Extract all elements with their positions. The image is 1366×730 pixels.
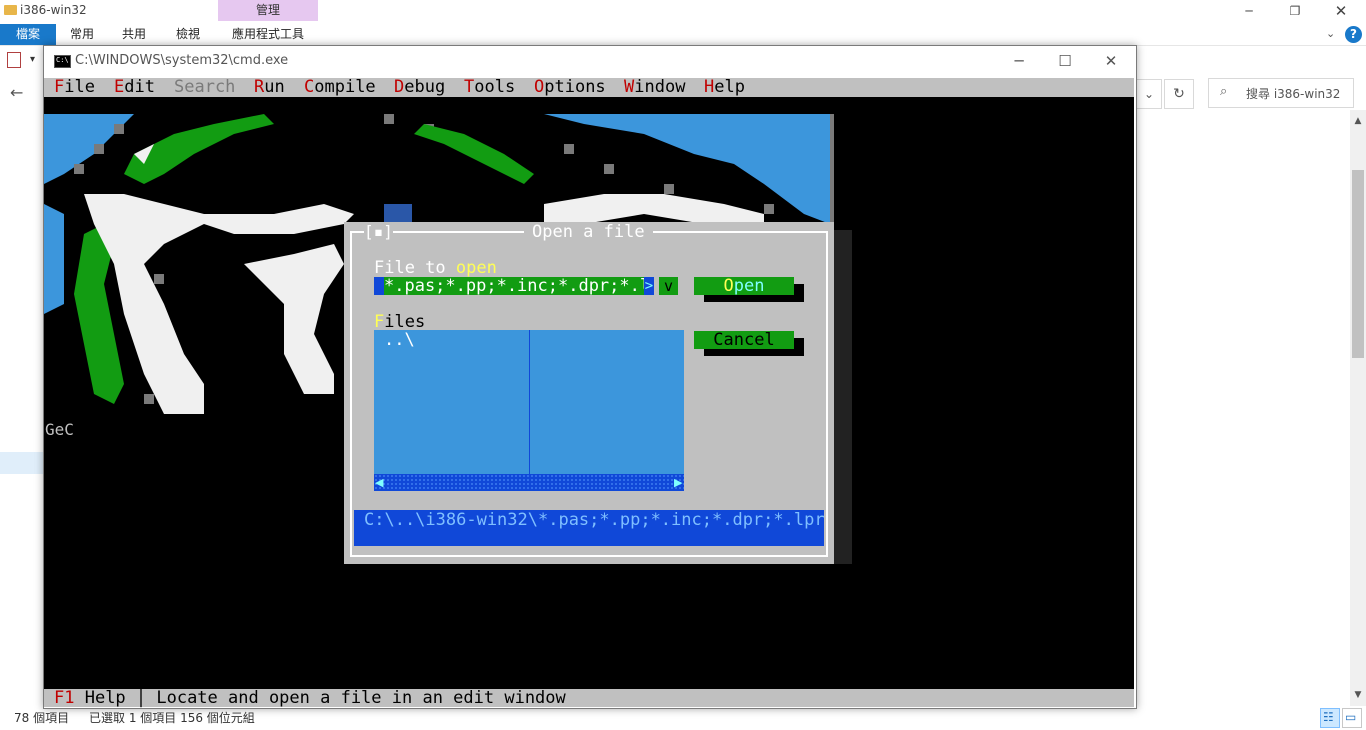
file-list-pane — [1134, 110, 1350, 706]
current-path: C:\..\i386-win32\*.pas;*.pp;*.inc;*.dpr;… — [364, 510, 825, 530]
dialog-title: Open a file — [524, 222, 653, 242]
nav-pane-selected-row[interactable] — [0, 452, 44, 474]
close-icon[interactable]: ✕ — [1318, 0, 1364, 24]
cmd-minimize-icon[interactable]: ─ — [996, 47, 1042, 77]
cmd-title: C:\WINDOWS\system32\cmd.exe — [75, 53, 289, 68]
scroll-up-icon[interactable]: ▲ — [1350, 116, 1366, 126]
menu-run[interactable]: Run — [254, 78, 285, 97]
tab-view[interactable]: 檢視 — [168, 24, 208, 45]
background-text: GeC — [45, 420, 74, 439]
dialog-shadow — [834, 230, 852, 564]
cmd-icon-glyph: C:\ — [56, 56, 69, 64]
dialog-close-icon[interactable]: [▪] — [364, 222, 393, 241]
large-icons-view-icon: ▭ — [1345, 710, 1357, 724]
menu-options[interactable]: Options — [534, 78, 606, 97]
refresh-icon[interactable]: ↻ — [1164, 79, 1194, 109]
contextual-tab-group: 管理 — [218, 0, 318, 21]
input-scroll-right-icon[interactable]: > — [644, 277, 654, 295]
menu-edit[interactable]: Edit — [114, 78, 155, 97]
files-label: Files — [374, 312, 426, 332]
scroll-right-icon[interactable]: ▶ — [674, 474, 682, 491]
ide-status-text: F1 Help │ Locate and open a file in an e… — [54, 688, 566, 708]
file-to-open-label: File to open — [374, 258, 497, 278]
menu-search[interactable]: Search — [174, 78, 235, 97]
minimize-icon[interactable]: ─ — [1226, 0, 1272, 24]
input-cursor — [374, 277, 384, 295]
file-list-hscrollbar[interactable] — [374, 474, 684, 491]
open-button[interactable]: Open — [694, 277, 794, 295]
scroll-left-icon[interactable]: ◀ — [375, 474, 383, 491]
cmd-close-icon[interactable]: ✕ — [1088, 47, 1134, 77]
tab-application-tools[interactable]: 應用程式工具 — [218, 24, 318, 45]
address-dropdown-icon[interactable]: ⌄ — [1136, 79, 1162, 109]
search-icon: ⌕ — [1220, 84, 1228, 99]
selection-info: 已選取 1 個項目 156 個位元組 — [89, 711, 255, 725]
search-placeholder: 搜尋 i386-win32 — [1246, 87, 1341, 101]
back-arrow-icon[interactable]: ← — [10, 83, 23, 102]
scroll-down-icon[interactable]: ▼ — [1350, 690, 1366, 700]
menu-window[interactable]: Window — [624, 78, 685, 97]
menu-compile[interactable]: Compile — [304, 78, 376, 97]
folder-icon — [4, 5, 17, 15]
f1-help-key[interactable]: F1 — [54, 688, 74, 708]
explorer-titlebar — [0, 0, 1366, 24]
tab-file[interactable]: 檔案 — [0, 24, 56, 45]
quick-access-dropdown-icon[interactable]: ▾ — [30, 54, 35, 65]
menu-file[interactable]: File — [54, 78, 95, 97]
cmd-maximize-icon[interactable]: ☐ — [1042, 47, 1088, 77]
item-count: 78 個項目 — [14, 711, 70, 725]
file-name-value: *.pas;*.pp;*.inc;*.dpr;*.l — [384, 276, 651, 296]
menu-help[interactable]: Help — [704, 78, 745, 97]
file-list-column-divider — [529, 330, 530, 474]
scrollbar-thumb[interactable] — [1352, 170, 1364, 358]
list-item[interactable]: ..\ — [384, 331, 415, 349]
menu-debug[interactable]: Debug — [394, 78, 445, 97]
explorer-title: i386-win32 — [20, 3, 87, 17]
tab-home[interactable]: 常用 — [62, 24, 102, 45]
details-view-icon: ☷ — [1323, 710, 1334, 724]
tab-share[interactable]: 共用 — [114, 24, 154, 45]
chevron-down-icon[interactable]: ⌄ — [1326, 27, 1335, 40]
restore-icon[interactable]: ❐ — [1272, 0, 1318, 24]
help-icon[interactable]: ? — [1345, 26, 1362, 43]
properties-icon[interactable] — [7, 52, 21, 68]
explorer-left-strip — [0, 46, 44, 706]
menu-tools[interactable]: Tools — [464, 78, 515, 97]
history-dropdown-button[interactable]: v — [659, 277, 678, 295]
cancel-button[interactable]: Cancel — [694, 331, 794, 349]
